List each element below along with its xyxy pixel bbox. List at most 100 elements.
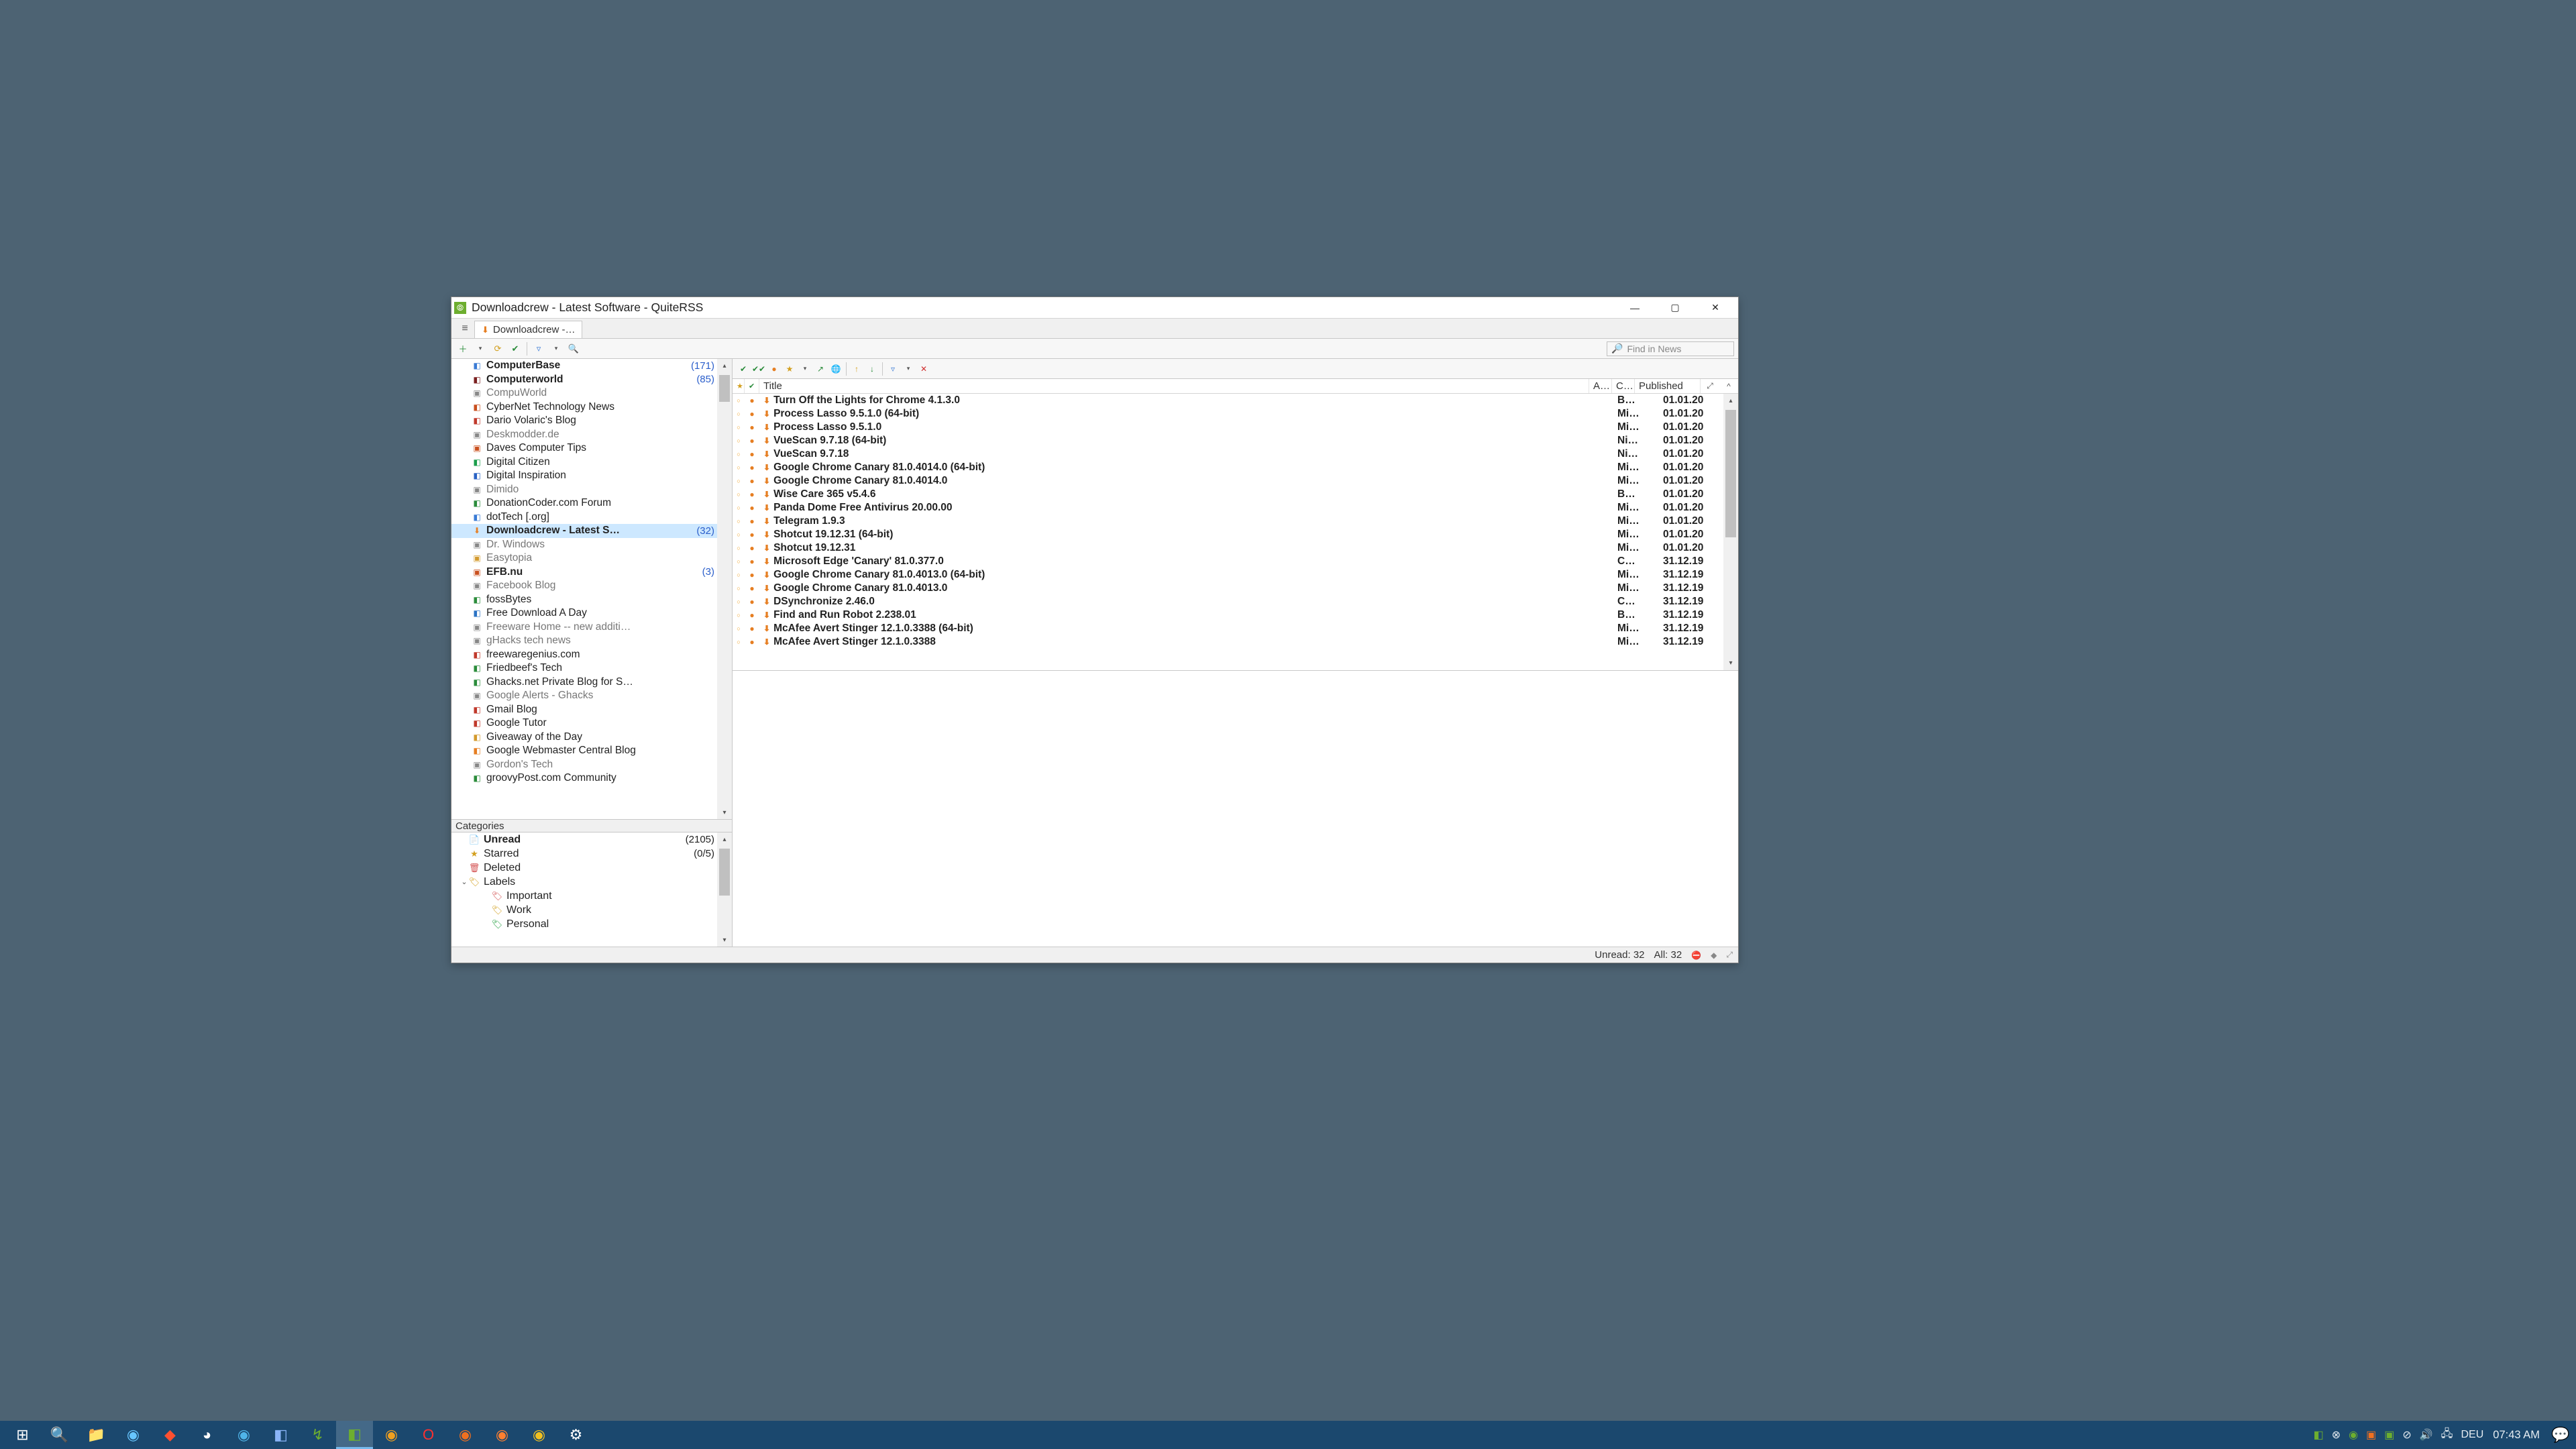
- news-row[interactable]: ○●⬇Microsoft Edge 'Canary' 81.0.377.0C…3…: [733, 555, 1738, 568]
- next-button[interactable]: ↓: [865, 362, 879, 376]
- news-row[interactable]: ○●⬇Google Chrome Canary 81.0.4013.0Mi…31…: [733, 582, 1738, 595]
- scroll-thumb[interactable]: [1725, 410, 1736, 537]
- settings-button[interactable]: ⚙: [557, 1421, 594, 1449]
- status-fullscreen-icon[interactable]: ⤢: [1726, 950, 1733, 960]
- news-list-header[interactable]: ★ ✔ Title A… C… Published ⤢ ^: [733, 379, 1738, 394]
- news-row[interactable]: ○●⬇McAfee Avert Stinger 12.1.0.3388Mi…31…: [733, 635, 1738, 649]
- news-row[interactable]: ○●⬇Process Lasso 9.5.1.0Mi…01.01.20: [733, 421, 1738, 434]
- feed-item[interactable]: ▣Dimido: [451, 483, 732, 497]
- star-cell[interactable]: ○: [733, 491, 745, 498]
- feed-item[interactable]: ◧Gmail Blog: [451, 703, 732, 717]
- feed-item[interactable]: ▣Freeware Home -- new additi…: [451, 621, 732, 635]
- news-row[interactable]: ○●⬇Find and Run Robot 2.238.01B…31.12.19: [733, 608, 1738, 622]
- feed-list[interactable]: ◧ComputerBase(171)◧Computerworld(85)▣Com…: [451, 359, 732, 819]
- feed-item[interactable]: ◧Friedbeef's Tech: [451, 661, 732, 676]
- firefox-button[interactable]: ◉: [115, 1421, 152, 1449]
- scroll-down-icon[interactable]: ▾: [1723, 657, 1738, 670]
- read-cell[interactable]: ●: [745, 396, 759, 405]
- feed-item[interactable]: ◧Computerworld(85): [451, 373, 732, 387]
- edge-button[interactable]: ◉: [225, 1421, 262, 1449]
- feed-item[interactable]: ▣EFB.nu(3): [451, 566, 732, 580]
- star-cell[interactable]: ○: [733, 411, 745, 417]
- tray-icon[interactable]: ⊘: [2402, 1428, 2411, 1442]
- star-button[interactable]: ★: [783, 362, 796, 376]
- read-cell[interactable]: ●: [745, 610, 759, 620]
- category-item[interactable]: 🏷Work: [451, 903, 732, 917]
- news-row[interactable]: ○●⬇Process Lasso 9.5.1.0 (64-bit)Mi…01.0…: [733, 407, 1738, 421]
- news-row[interactable]: ○●⬇Panda Dome Free Antivirus 20.00.00Mi……: [733, 501, 1738, 515]
- app-button-5[interactable]: ◉: [521, 1421, 557, 1449]
- star-cell[interactable]: ○: [733, 612, 745, 619]
- feed-item[interactable]: ◧freewaregenius.com: [451, 648, 732, 662]
- firefox2-button[interactable]: ◉: [484, 1421, 521, 1449]
- search-button[interactable]: 🔍: [566, 341, 581, 356]
- scroll-up-icon[interactable]: ▴: [717, 359, 732, 372]
- tray-icon[interactable]: ◉: [2349, 1428, 2358, 1442]
- feed-item[interactable]: ◧Digital Inspiration: [451, 469, 732, 483]
- app-button-2[interactable]: ↯: [299, 1421, 336, 1449]
- expand-columns-icon[interactable]: ⤢: [1701, 379, 1719, 393]
- read-cell[interactable]: ●: [745, 597, 759, 606]
- status-stop-icon[interactable]: ⛔: [1691, 951, 1701, 960]
- read-cell[interactable]: ●: [745, 584, 759, 593]
- feed-item[interactable]: ▣Deskmodder.de: [451, 428, 732, 442]
- star-cell[interactable]: ○: [733, 437, 745, 444]
- read-cell[interactable]: ●: [745, 463, 759, 472]
- add-dropdown-icon[interactable]: ▾: [473, 341, 488, 356]
- feed-item[interactable]: ◧groovyPost.com Community: [451, 771, 732, 786]
- refresh-button[interactable]: ⟳: [490, 341, 505, 356]
- news-row[interactable]: ○●⬇Shotcut 19.12.31 (64-bit)Mi…01.01.20: [733, 528, 1738, 541]
- feed-item[interactable]: ▣Google Alerts - Ghacks: [451, 689, 732, 703]
- news-row[interactable]: ○●⬇Wise Care 365 v5.4.6B…01.01.20: [733, 488, 1738, 501]
- app-button[interactable]: ◧: [262, 1421, 299, 1449]
- scroll-up-icon[interactable]: ▴: [1723, 394, 1738, 407]
- feed-item[interactable]: ◧Ghacks.net Private Blog for S…: [451, 676, 732, 690]
- col-star[interactable]: ★: [733, 379, 745, 393]
- read-cell[interactable]: ●: [745, 490, 759, 499]
- star-cell[interactable]: ○: [733, 478, 745, 484]
- mark-read-button[interactable]: ✔: [508, 341, 523, 356]
- notifications-button[interactable]: 💬: [2549, 1421, 2572, 1449]
- read-cell[interactable]: ●: [745, 624, 759, 633]
- filter-button[interactable]: ▿: [531, 341, 546, 356]
- feed-item[interactable]: ▣Facebook Blog: [451, 579, 732, 593]
- category-item[interactable]: ⌄🏷Labels: [451, 875, 732, 889]
- feed-item[interactable]: ◧Dario Volaric's Blog: [451, 414, 732, 428]
- star-cell[interactable]: ○: [733, 572, 745, 578]
- filter-button[interactable]: ▿: [886, 362, 900, 376]
- category-item[interactable]: 🗑Deleted: [451, 861, 732, 875]
- feed-item[interactable]: ◧DonationCoder.com Forum: [451, 496, 732, 511]
- caret-icon[interactable]: ⌄: [460, 877, 469, 886]
- feed-item[interactable]: ▣Gordon's Tech: [451, 758, 732, 772]
- feed-item[interactable]: ◧CyberNet Technology News: [451, 400, 732, 415]
- sidebar-scrollbar[interactable]: ▴ ▾: [717, 359, 732, 819]
- scroll-thumb[interactable]: [719, 849, 730, 896]
- category-item[interactable]: ★Starred(0/5): [451, 847, 732, 861]
- star-cell[interactable]: ○: [733, 545, 745, 551]
- news-row[interactable]: ○●⬇VueScan 9.7.18 (64-bit)Ni…01.01.20: [733, 434, 1738, 447]
- feed-item[interactable]: ◧ComputerBase(171): [451, 359, 732, 373]
- col-author[interactable]: A…: [1589, 379, 1612, 393]
- col-read[interactable]: ✔: [745, 379, 759, 393]
- scroll-up-icon[interactable]: ▴: [717, 833, 732, 846]
- news-row[interactable]: ○●⬇Turn Off the Lights for Chrome 4.1.3.…: [733, 394, 1738, 407]
- prev-button[interactable]: ↑: [850, 362, 863, 376]
- app-button-3[interactable]: ◉: [373, 1421, 410, 1449]
- mark-unread-button[interactable]: ●: [767, 362, 781, 376]
- feed-item[interactable]: ◧dotTech [.org]: [451, 511, 732, 525]
- feed-item[interactable]: ◧Digital Citizen: [451, 455, 732, 470]
- delete-button[interactable]: ✕: [917, 362, 930, 376]
- star-cell[interactable]: ○: [733, 397, 745, 404]
- news-row[interactable]: ○●⬇McAfee Avert Stinger 12.1.0.3388 (64-…: [733, 622, 1738, 635]
- tray-icon[interactable]: ▣: [2384, 1428, 2394, 1442]
- search-input[interactable]: 🔎 Find in News: [1607, 341, 1734, 356]
- star-cell[interactable]: ○: [733, 504, 745, 511]
- feed-item[interactable]: ▣Easytopia: [451, 551, 732, 566]
- scroll-thumb[interactable]: [719, 375, 730, 402]
- star-cell[interactable]: ○: [733, 424, 745, 431]
- category-item[interactable]: 🏷Important: [451, 889, 732, 903]
- system-tray[interactable]: ◧ ⊗ ◉ ▣ ▣ ⊘ 🔊 🖧 DEU: [2314, 1426, 2484, 1444]
- opera-button[interactable]: O: [410, 1421, 447, 1449]
- dropdown-icon[interactable]: ▾: [798, 362, 812, 376]
- feed-item[interactable]: ◧Giveaway of the Day: [451, 731, 732, 745]
